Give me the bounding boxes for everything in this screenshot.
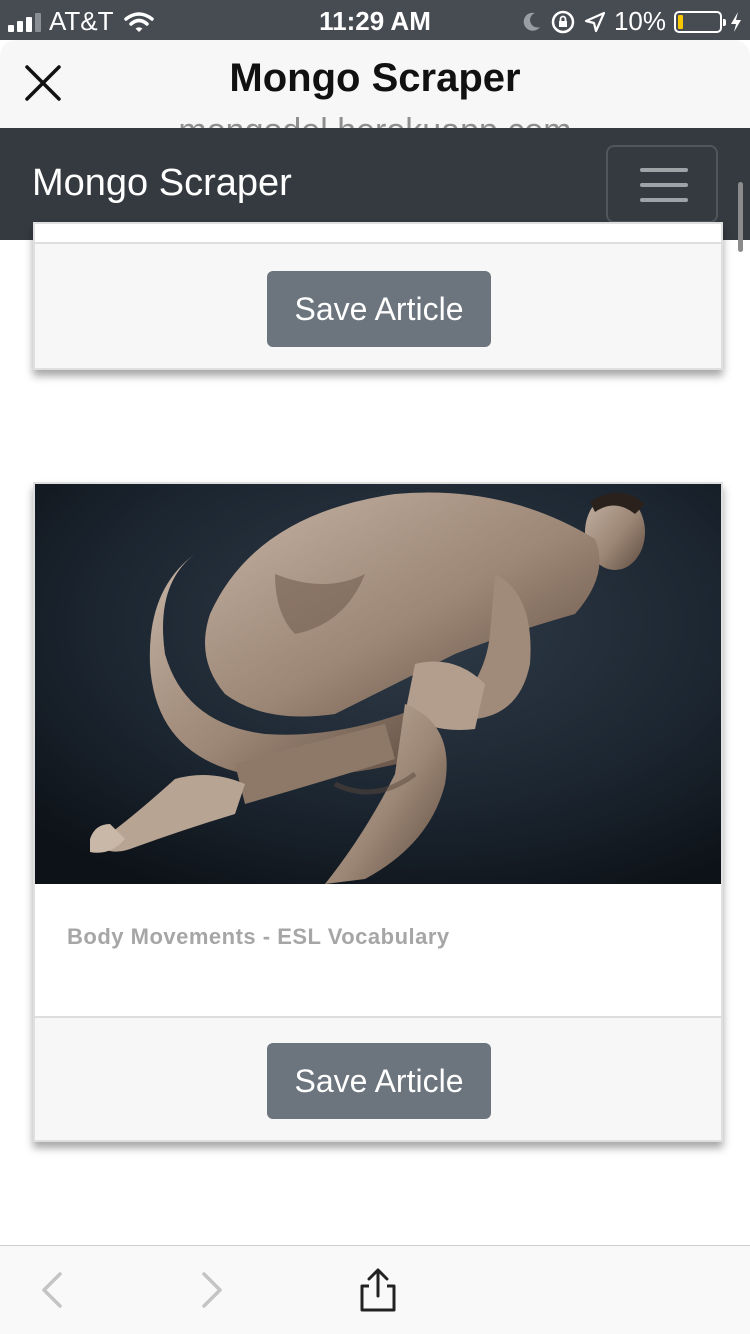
card-footer: Save Article — [35, 1016, 721, 1140]
moon-icon — [523, 12, 540, 31]
battery-icon — [674, 10, 726, 33]
article-card: Save Article — [33, 222, 723, 370]
battery-percent: 10% — [613, 6, 666, 36]
chevron-left-icon[interactable] — [28, 1266, 76, 1314]
browser-sheet-header: Mongo Scraper mongodel.herokuapp.com — [0, 40, 750, 130]
hamburger-icon[interactable] — [606, 145, 718, 223]
card-footer: Save Article — [35, 242, 721, 368]
article-title[interactable]: Body Movements - ESL Vocabulary — [67, 924, 450, 950]
chevron-right-icon[interactable] — [188, 1266, 236, 1314]
browser-toolbar — [0, 1245, 750, 1334]
article-card: Body Movements - ESL Vocabulary Save Art… — [33, 482, 723, 1142]
status-bar: AT&T 11:29 AM 10% — [0, 0, 750, 40]
card-body: Body Movements - ESL Vocabulary — [35, 884, 721, 1016]
save-article-button[interactable]: Save Article — [267, 1043, 491, 1119]
sheet-title: Mongo Scraper — [229, 56, 521, 100]
orientation-lock-icon — [551, 10, 575, 33]
charging-bolt-icon — [731, 11, 741, 32]
location-arrow-icon — [584, 11, 606, 32]
status-right: 10% — [522, 6, 742, 37]
share-icon[interactable] — [354, 1266, 402, 1314]
save-article-button[interactable]: Save Article — [267, 271, 491, 347]
scrollbar[interactable] — [738, 182, 743, 252]
article-image — [35, 484, 721, 884]
navbar-brand[interactable]: Mongo Scraper — [32, 162, 292, 205]
